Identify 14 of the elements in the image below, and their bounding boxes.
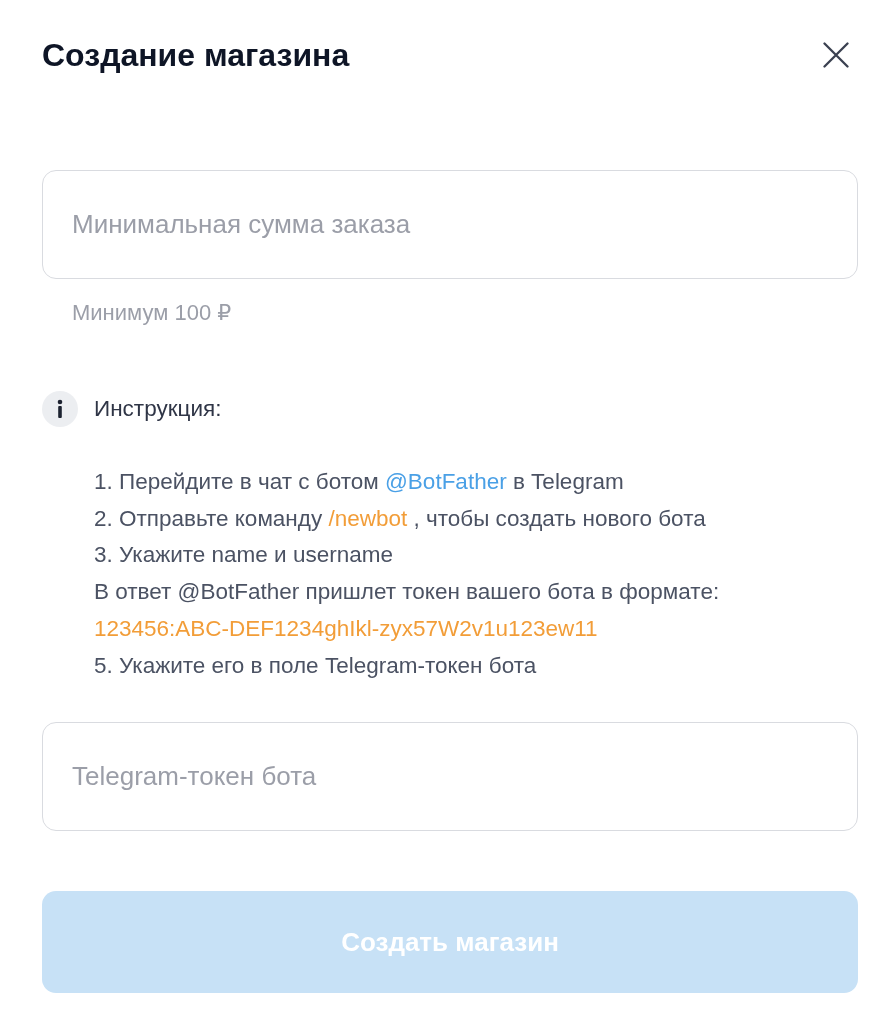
min-order-input[interactable]: Минимальная сумма заказа bbox=[42, 170, 858, 279]
token-example: 123456:ABC-DEF1234ghIkl-zyx57W2v1u123ew11 bbox=[94, 614, 598, 643]
instruction-step: 5. Укажите его в поле Telegram-токен бота bbox=[94, 647, 537, 685]
field-hint: Минимум 100 ₽ bbox=[71, 299, 233, 327]
instruction-step: 2. Отправьте команду /newbot , чтобы создать нового бота bbox=[94, 500, 706, 538]
close-icon[interactable] bbox=[823, 42, 849, 68]
instruction-step: В ответ @BotFather пришлет токен вашего бота в формате: bbox=[94, 574, 720, 611]
instruction-heading: Инструкция: bbox=[94, 395, 222, 423]
instruction-step: 3. Укажите name и username bbox=[94, 537, 393, 575]
dialog-title: Создание магазина bbox=[42, 36, 350, 75]
botfather-link[interactable]: @BotFather bbox=[385, 469, 507, 494]
instruction-step: 1. Перейдите в чат с ботом @BotFather в Telegram bbox=[94, 464, 624, 501]
info-icon bbox=[42, 391, 78, 427]
bot-token-input[interactable]: Telegram-токен бота bbox=[42, 722, 858, 832]
